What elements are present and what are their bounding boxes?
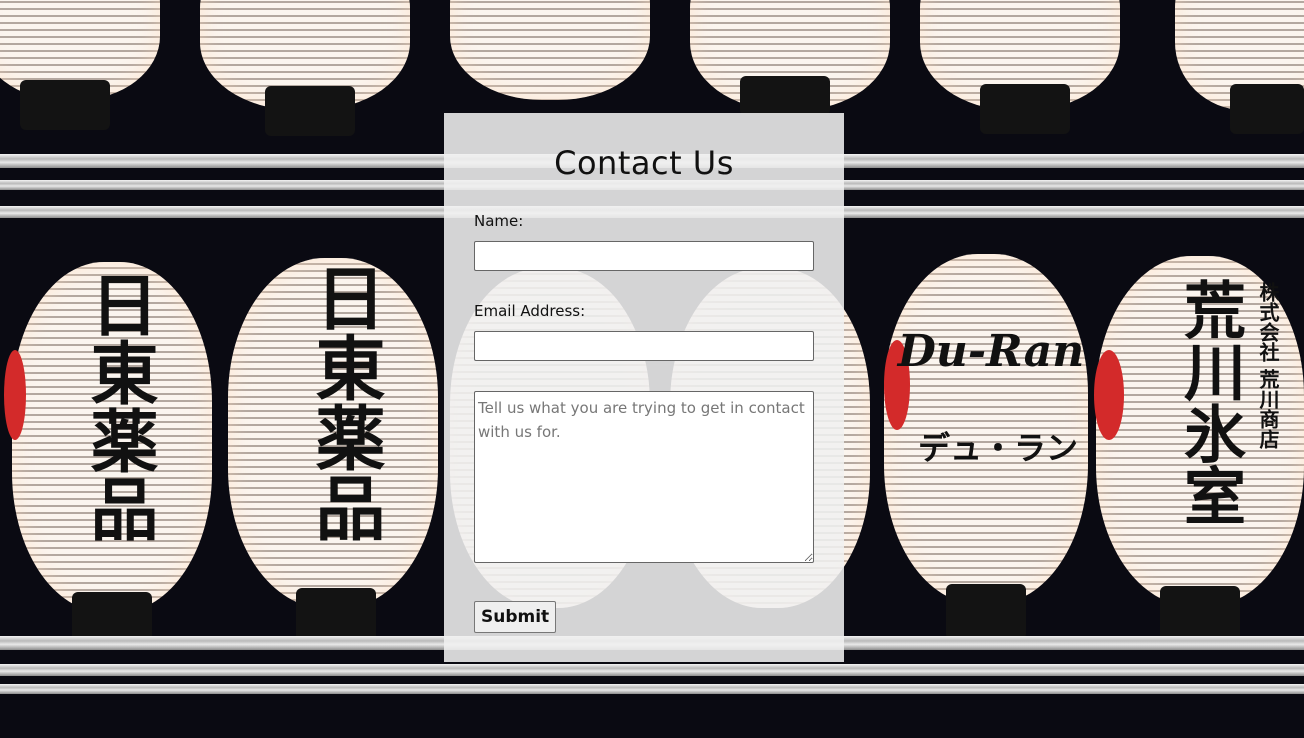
lantern-cap — [980, 84, 1070, 134]
email-input[interactable] — [474, 331, 814, 361]
email-label: Email Address: — [474, 302, 586, 320]
lantern-2-text: 日東薬品 — [304, 262, 387, 542]
contact-form: Contact Us Name: Email Address: Submit — [444, 113, 844, 662]
page-title: Contact Us — [554, 144, 734, 182]
lantern-cap — [1230, 84, 1304, 134]
lantern-1-text: 日東薬品 — [78, 270, 158, 542]
message-textarea[interactable] — [474, 391, 814, 563]
lantern-top-3 — [450, 0, 650, 100]
lantern-4-text: 荒川氷室 — [1173, 278, 1246, 526]
lantern-cap — [20, 80, 110, 130]
metal-rail — [0, 684, 1304, 694]
lantern-3-text-bottom: デュ・ラン — [918, 429, 1079, 467]
lantern-cap — [265, 86, 355, 136]
metal-rail — [0, 664, 1304, 676]
lantern-cap — [946, 584, 1026, 640]
lantern-4-side-text: 株式会社 荒川商店 — [1256, 282, 1280, 449]
red-accent — [4, 350, 26, 440]
page: 日東薬品 日東薬品 Du-Ran デュ・ラン 荒川氷室 株式会社 荒川商店 Co… — [0, 0, 1304, 738]
name-input[interactable] — [474, 241, 814, 271]
lantern-3-text-top: Du-Ran — [897, 326, 1085, 377]
red-accent — [1094, 350, 1124, 440]
lantern-cap — [1160, 586, 1240, 642]
lantern-cap — [740, 76, 830, 116]
submit-button[interactable]: Submit — [474, 601, 557, 633]
name-label: Name: — [474, 212, 524, 230]
